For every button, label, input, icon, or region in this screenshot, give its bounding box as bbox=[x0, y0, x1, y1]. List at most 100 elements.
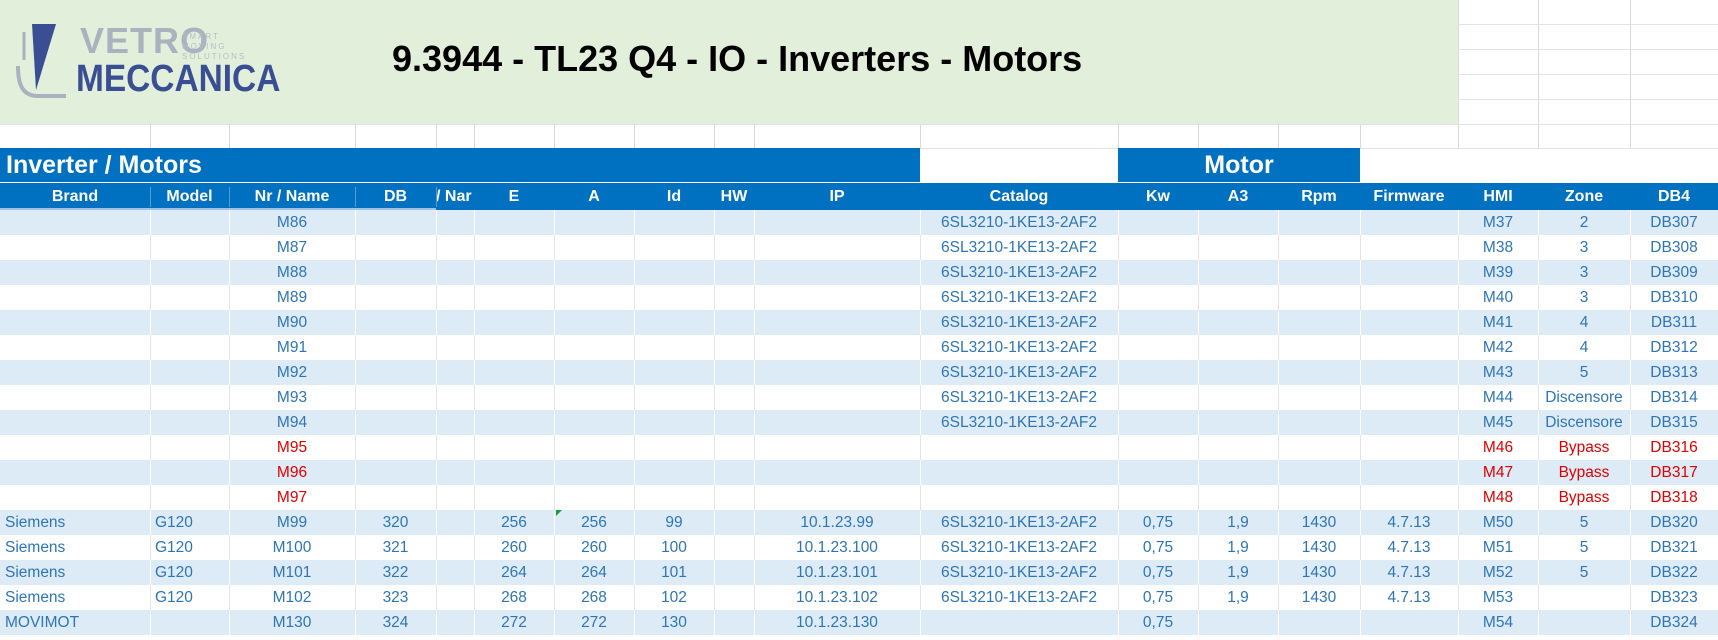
cell-db[interactable] bbox=[355, 235, 436, 260]
cell-db4[interactable]: DB312 bbox=[1630, 335, 1718, 360]
cell-name[interactable]: M99 bbox=[229, 510, 355, 535]
cell-db4[interactable]: DB321 bbox=[1630, 535, 1718, 560]
cell-db[interactable]: 320 bbox=[355, 510, 436, 535]
cell-rpm[interactable] bbox=[1278, 285, 1360, 310]
cell-model[interactable]: G120 bbox=[150, 510, 234, 535]
cell-name[interactable]: M88 bbox=[229, 260, 355, 285]
cell-fw[interactable] bbox=[1360, 435, 1458, 460]
cell-kw[interactable] bbox=[1118, 310, 1198, 335]
cell-ip[interactable] bbox=[754, 210, 920, 235]
cell-ip[interactable]: 10.1.23.102 bbox=[754, 585, 920, 610]
cell-model[interactable] bbox=[150, 360, 234, 385]
cell-a[interactable]: 256 bbox=[554, 510, 634, 535]
cell-fw[interactable] bbox=[1360, 610, 1458, 635]
cell-hw[interactable] bbox=[714, 510, 754, 535]
cell-ip[interactable]: 10.1.23.99 bbox=[754, 510, 920, 535]
cell-e[interactable] bbox=[474, 235, 554, 260]
cell-a[interactable] bbox=[554, 235, 634, 260]
cell-a3[interactable] bbox=[1198, 235, 1278, 260]
cell-db[interactable] bbox=[355, 285, 436, 310]
cell-kw[interactable] bbox=[1118, 285, 1198, 310]
cell-fw[interactable] bbox=[1360, 285, 1458, 310]
cell-ip[interactable] bbox=[754, 260, 920, 285]
cell-hmi[interactable]: M39 bbox=[1458, 260, 1538, 285]
cell-rpm[interactable]: 1430 bbox=[1278, 535, 1360, 560]
cell-fw[interactable] bbox=[1360, 485, 1458, 510]
cell-fw[interactable]: 4.7.13 bbox=[1360, 560, 1458, 585]
cell-e[interactable]: 272 bbox=[474, 610, 554, 635]
cell-catalog[interactable]: 6SL3210-1KE13-2AF2 bbox=[920, 560, 1118, 585]
cell-a3[interactable] bbox=[1198, 610, 1278, 635]
cell-zone[interactable]: 4 bbox=[1538, 310, 1630, 335]
cell-e[interactable]: 260 bbox=[474, 535, 554, 560]
cell-hmi[interactable]: M41 bbox=[1458, 310, 1538, 335]
cell-a3[interactable] bbox=[1198, 310, 1278, 335]
cell-db[interactable] bbox=[355, 360, 436, 385]
cell-fw[interactable] bbox=[1360, 335, 1458, 360]
cell-catalog[interactable]: 6SL3210-1KE13-2AF2 bbox=[920, 585, 1118, 610]
cell-db[interactable] bbox=[355, 210, 436, 235]
cell-zone[interactable]: 5 bbox=[1538, 535, 1630, 560]
cell-kw[interactable]: 0,75 bbox=[1118, 560, 1198, 585]
cell-a[interactable] bbox=[554, 335, 634, 360]
cell-model[interactable] bbox=[150, 410, 234, 435]
cell-zone[interactable]: Bypass bbox=[1538, 485, 1630, 510]
col-hmi[interactable]: HMI bbox=[1458, 183, 1538, 210]
cell-fw[interactable]: 4.7.13 bbox=[1360, 510, 1458, 535]
cell-kw[interactable] bbox=[1118, 235, 1198, 260]
cell-kw[interactable] bbox=[1118, 460, 1198, 485]
cell-brand[interactable] bbox=[0, 335, 155, 360]
cell-kw[interactable]: 0,75 bbox=[1118, 610, 1198, 635]
cell-hmi[interactable]: M52 bbox=[1458, 560, 1538, 585]
cell-zone[interactable]: 5 bbox=[1538, 360, 1630, 385]
cell-kw[interactable] bbox=[1118, 335, 1198, 360]
cell-db4[interactable]: DB317 bbox=[1630, 460, 1718, 485]
cell-a3[interactable] bbox=[1198, 385, 1278, 410]
cell-name[interactable]: M130 bbox=[229, 610, 355, 635]
cell-kw[interactable]: 0,75 bbox=[1118, 535, 1198, 560]
cell-name[interactable]: M96 bbox=[229, 460, 355, 485]
cell-a3[interactable] bbox=[1198, 260, 1278, 285]
cell-catalog[interactable]: 6SL3210-1KE13-2AF2 bbox=[920, 510, 1118, 535]
col-a3[interactable]: A3 bbox=[1198, 183, 1278, 210]
cell-name[interactable]: M97 bbox=[229, 485, 355, 510]
cell-catalog[interactable] bbox=[920, 460, 1118, 485]
cell-e[interactable] bbox=[474, 410, 554, 435]
cell-hmi[interactable]: M51 bbox=[1458, 535, 1538, 560]
cell-catalog[interactable]: 6SL3210-1KE13-2AF2 bbox=[920, 385, 1118, 410]
cell-catalog[interactable]: 6SL3210-1KE13-2AF2 bbox=[920, 310, 1118, 335]
cell-db[interactable] bbox=[355, 460, 436, 485]
cell-db4[interactable]: DB322 bbox=[1630, 560, 1718, 585]
cell-zone[interactable]: 3 bbox=[1538, 235, 1630, 260]
col-id[interactable]: Id bbox=[634, 183, 714, 210]
cell-kw[interactable] bbox=[1118, 385, 1198, 410]
cell-catalog[interactable] bbox=[920, 435, 1118, 460]
cell-db[interactable]: 321 bbox=[355, 535, 436, 560]
cell-hmi[interactable]: M50 bbox=[1458, 510, 1538, 535]
col-model[interactable]: Model bbox=[150, 183, 229, 210]
cell-e[interactable] bbox=[474, 260, 554, 285]
cell-db[interactable] bbox=[355, 310, 436, 335]
cell-a[interactable] bbox=[554, 360, 634, 385]
cell-name[interactable]: M93 bbox=[229, 385, 355, 410]
cell-a[interactable]: 268 bbox=[554, 585, 634, 610]
cell-db4[interactable]: DB307 bbox=[1630, 210, 1718, 235]
cell-name[interactable]: M92 bbox=[229, 360, 355, 385]
cell-model[interactable] bbox=[150, 310, 234, 335]
cell-ip[interactable] bbox=[754, 485, 920, 510]
cell-hmi[interactable]: M46 bbox=[1458, 435, 1538, 460]
cell-hw[interactable] bbox=[714, 260, 754, 285]
col-zone[interactable]: Zone bbox=[1538, 183, 1630, 210]
cell-brand[interactable] bbox=[0, 435, 155, 460]
cell-ip[interactable] bbox=[754, 360, 920, 385]
cell-fw[interactable] bbox=[1360, 460, 1458, 485]
cell-catalog[interactable] bbox=[920, 485, 1118, 510]
col-rpm[interactable]: Rpm bbox=[1278, 183, 1360, 210]
cell-a[interactable] bbox=[554, 210, 634, 235]
cell-e[interactable]: 268 bbox=[474, 585, 554, 610]
cell-db4[interactable]: DB314 bbox=[1630, 385, 1718, 410]
cell-kw[interactable] bbox=[1118, 485, 1198, 510]
cell-db4[interactable]: DB316 bbox=[1630, 435, 1718, 460]
col-firmware[interactable]: Firmware bbox=[1360, 183, 1458, 210]
cell-brand[interactable] bbox=[0, 360, 155, 385]
